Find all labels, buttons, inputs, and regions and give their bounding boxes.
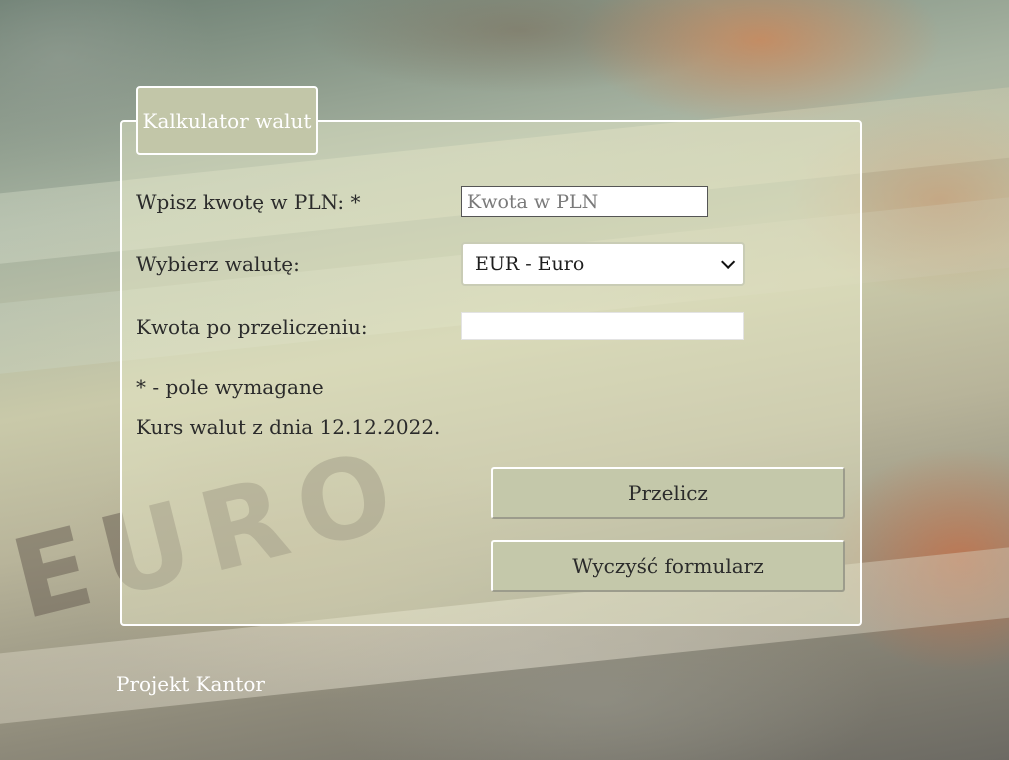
result-output[interactable] bbox=[461, 312, 744, 340]
result-label: Kwota po przeliczeniu: bbox=[136, 315, 368, 339]
currency-select[interactable]: EUR - Euro bbox=[461, 242, 745, 286]
calculator-legend: Kalkulator walut bbox=[136, 86, 318, 155]
currency-label: Wybierz walutę: bbox=[136, 252, 300, 276]
amount-label: Wpisz kwotę w PLN: * bbox=[136, 190, 361, 214]
footer-project-name: Projekt Kantor bbox=[116, 672, 265, 696]
clear-form-button[interactable]: Wyczyść formularz bbox=[491, 540, 845, 592]
exchange-rate-date-note: Kurs walut z dnia 12.12.2022. bbox=[136, 415, 441, 439]
chevron-down-icon bbox=[721, 254, 736, 269]
amount-input[interactable] bbox=[461, 186, 708, 217]
calculate-button[interactable]: Przelicz bbox=[491, 467, 845, 519]
required-note: * - pole wymagane bbox=[136, 375, 324, 399]
currency-select-value: EUR - Euro bbox=[475, 253, 585, 275]
